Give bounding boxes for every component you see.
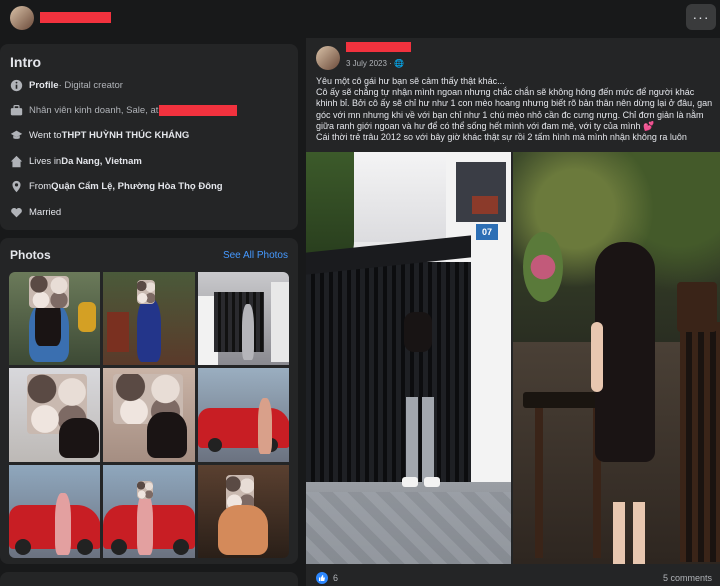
post-line-2: Cô ấy sẽ chẳng tự nhận mình ngoan nhưng … [316,87,716,132]
intro-work-text: Nhân viên kinh doanh, Sale, at [29,104,159,116]
more-options-button[interactable]: ··· [686,4,716,30]
heart-icon [8,205,24,219]
photos-title: Photos [10,248,51,262]
home-icon [8,154,24,168]
post-timestamp[interactable]: 3 July 2023 · 🌐 [346,59,404,68]
photo-thumbnail[interactable] [197,464,289,558]
post-author-avatar[interactable] [316,46,340,70]
intro-profile-label: Profile [29,79,59,91]
avatar[interactable] [10,6,34,30]
redacted-profile-name [40,12,111,23]
photos-grid [9,272,289,558]
graduation-cap-icon [8,128,24,142]
profile-header-bar: ··· [0,0,720,38]
info-icon [8,78,24,92]
comments-count-link[interactable]: 5 comments [663,573,712,583]
intro-row-from: From Quận Cẩm Lệ, Phường Hòa Thọ Đông [8,176,294,196]
intro-row-relationship: Married [8,202,294,222]
post-line-3: Cái thời trẻ trâu 2012 so với bây giờ kh… [316,132,687,143]
post-photo-gate[interactable]: 07 [306,152,511,564]
photo-thumbnail[interactable] [103,368,195,462]
reactions-summary[interactable]: 6 [316,572,338,584]
intro-hometown-link[interactable]: Quận Cẩm Lệ, Phường Hòa Thọ Đông [51,181,222,192]
like-icon [316,572,328,584]
photo-thumbnail[interactable] [9,272,101,366]
photos-card: Photos See All Photos [0,238,298,564]
intro-education-prefix: Went to [29,129,62,141]
photo-thumbnail[interactable] [9,464,101,558]
intro-lives-prefix: Lives in [29,155,62,167]
post-card: 3 July 2023 · 🌐 Yêu một cô gái hư bạn sẽ… [306,38,720,586]
heart-emoji: 💕 [642,120,655,131]
intro-row-education: Went to THPT HUỲNH THÚC KHÁNG [8,125,294,145]
intro-city-link[interactable]: Da Nang, Vietnam [61,156,142,167]
intro-row-lives: Lives in Da Nang, Vietnam [8,151,294,171]
photo-thumbnail[interactable] [197,272,289,366]
gate-number-sign: 07 [476,224,498,240]
redacted-author-name [346,42,411,52]
intro-row-work: Nhân viên kinh doanh, Sale, at [8,100,294,120]
intro-row-profile-type: Profile · Digital creator [8,75,294,95]
see-all-photos-link[interactable]: See All Photos [223,250,288,261]
friends-card-edge [0,572,298,586]
redacted-employer [159,104,238,116]
photo-thumbnail[interactable] [197,368,289,462]
location-pin-icon [8,179,24,193]
intro-school-link[interactable]: THPT HUỲNH THÚC KHÁNG [62,130,190,141]
photo-thumbnail[interactable] [103,272,195,366]
intro-from-prefix: From [29,180,52,192]
photo-thumbnail[interactable] [9,368,101,462]
intro-profile-value: · Digital creator [58,79,123,91]
post-line-1: Yêu một cô gái hư bạn sẽ cảm thấy thật k… [316,76,505,86]
post-body: Yêu một cô gái hư bạn sẽ cảm thấy thật k… [316,76,716,143]
post-photo-restaurant[interactable] [513,152,720,564]
like-count: 6 [333,573,339,583]
photo-thumbnail[interactable] [103,464,195,558]
intro-rows: Profile · Digital creator Nhân viên kinh… [0,44,298,230]
intro-relationship-text: Married [29,206,62,218]
briefcase-icon [8,103,24,117]
